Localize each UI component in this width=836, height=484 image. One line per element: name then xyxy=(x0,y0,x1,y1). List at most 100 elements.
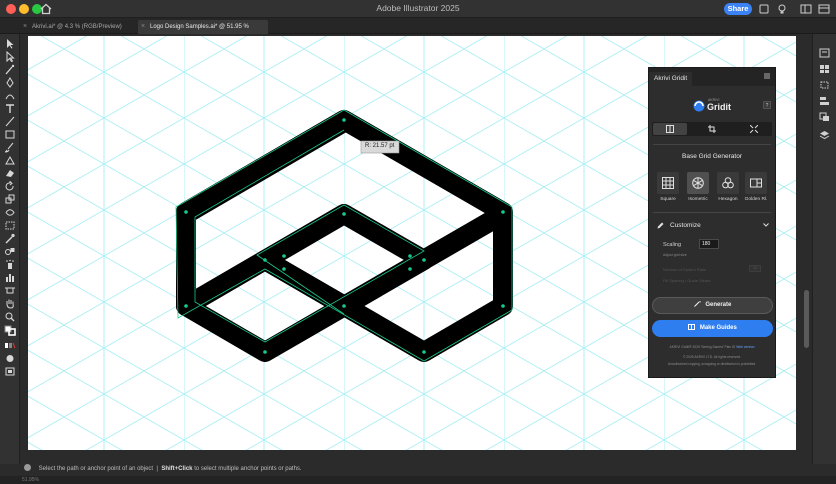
section-title: Base Grid Generator xyxy=(682,153,742,160)
symbol-sprayer-tool-icon[interactable] xyxy=(4,259,16,270)
golden-ratio-count-label: Number of Golden Ratio xyxy=(663,267,707,272)
selection-tool-icon[interactable] xyxy=(4,38,16,49)
chevron-down-icon xyxy=(763,223,769,227)
transform-panel-icon[interactable] xyxy=(819,80,830,90)
free-transform-tool-icon[interactable] xyxy=(4,220,16,231)
panel-header: Akrivi Gridit xyxy=(649,68,775,86)
customize-section-toggle[interactable]: Customize xyxy=(657,221,769,231)
panel-menu-icon[interactable] xyxy=(763,72,771,80)
artboard-tool-icon[interactable] xyxy=(4,285,16,296)
tools-panel xyxy=(0,34,20,464)
footer-legal: Unauthorized copying, scrapping or distr… xyxy=(667,362,757,366)
status-bar: Select the path or anchor point of an ob… xyxy=(20,463,812,476)
vertical-scrollbar[interactable] xyxy=(803,36,810,450)
arrange-documents-icon[interactable] xyxy=(818,3,830,15)
crop-icon xyxy=(708,125,716,133)
web-version-link[interactable]: Web version xyxy=(736,345,754,349)
draw-mode-icon[interactable] xyxy=(4,353,16,364)
nav-grid-generator-button[interactable] xyxy=(653,123,687,135)
zoom-level-strip: 51.95% xyxy=(0,476,836,484)
layers-panel-icon[interactable] xyxy=(819,130,830,140)
customize-label: Customize xyxy=(670,222,701,229)
column-graph-tool-icon[interactable] xyxy=(4,272,16,283)
scale-tool-icon[interactable] xyxy=(4,194,16,205)
fill-stroke-swatch-icon[interactable] xyxy=(4,325,16,336)
grid-option-isometric[interactable] xyxy=(687,172,709,194)
scaling-input[interactable]: 180 xyxy=(699,239,719,249)
grid-option-label: Hexagon xyxy=(718,197,738,202)
workspace-switcher-icon[interactable] xyxy=(800,3,812,15)
status-text-2: to select multiple anchor points or path… xyxy=(194,466,302,472)
zoom-tool-icon[interactable] xyxy=(4,311,16,322)
grid-option-golden-ratio[interactable] xyxy=(745,172,767,194)
status-info-icon xyxy=(24,464,31,471)
hexagon-icon xyxy=(722,177,734,189)
grid-option-hexagon[interactable] xyxy=(717,172,739,194)
curvature-tool-icon[interactable] xyxy=(4,90,16,101)
direct-selection-tool-icon[interactable] xyxy=(4,51,16,62)
footer-plan-info: AKRIVI Gridit® 2025 'Seeing Sacred' Plan… xyxy=(669,345,755,349)
magic-wand-tool-icon[interactable] xyxy=(4,64,16,75)
rectangle-tool-icon[interactable] xyxy=(4,129,16,140)
document-tab-logo-design-samples[interactable]: × Logo Design Samples.ai* @ 51.95 % (RGB… xyxy=(138,20,268,44)
properties-panel-icon[interactable] xyxy=(819,48,830,58)
generate-button[interactable]: Generate xyxy=(652,297,773,314)
panel-dock xyxy=(812,34,836,464)
fill-spacing-label: Fill Spacing • Guide Stroke xyxy=(663,278,711,283)
logo-text: Gridit xyxy=(707,102,731,112)
magic-wand-icon xyxy=(693,301,701,307)
zoom-level[interactable]: 51.95% xyxy=(22,477,39,483)
cloud-docs-icon[interactable] xyxy=(758,3,770,15)
width-tool-icon[interactable] xyxy=(4,207,16,218)
transform-arrows-icon xyxy=(750,125,758,133)
pencil-icon xyxy=(657,222,664,229)
guides-icon xyxy=(688,324,696,330)
divider xyxy=(653,144,771,145)
grid-generator-icon xyxy=(666,125,674,133)
pen-tool-icon[interactable] xyxy=(4,77,16,88)
app-title: Adobe Illustrator 2025 xyxy=(376,3,460,13)
akrivi-gridit-panel: Akrivi Gridit AKRIVI Gridit ? Base Grid … xyxy=(648,67,776,378)
grid-option-square[interactable] xyxy=(657,172,679,194)
hand-tool-icon[interactable] xyxy=(4,298,16,309)
status-text: Select the path or anchor point of an ob… xyxy=(38,466,154,472)
align-panel-icon[interactable] xyxy=(819,96,830,106)
divider xyxy=(653,212,771,213)
rotate-tool-icon[interactable] xyxy=(4,181,16,192)
nav-transform-button[interactable] xyxy=(737,123,771,135)
paintbrush-tool-icon[interactable] xyxy=(4,142,16,153)
shaper-tool-icon[interactable] xyxy=(4,155,16,166)
type-tool-icon[interactable] xyxy=(4,103,16,114)
document-tab-akrivi[interactable]: × Akrivi.ai* @ 4.3 % (RGB/Preview) xyxy=(20,20,138,34)
close-tab-icon[interactable]: × xyxy=(23,20,27,34)
isometric-icon xyxy=(692,177,704,189)
line-segment-tool-icon[interactable] xyxy=(4,116,16,127)
pathfinder-panel-icon[interactable] xyxy=(819,112,830,122)
measure-tooltip: R: 21.57 pt xyxy=(365,143,395,149)
gridit-logo: AKRIVI Gridit xyxy=(693,97,743,119)
eraser-tool-icon[interactable] xyxy=(4,168,16,179)
title-bar: Adobe Illustrator 2025 Share xyxy=(0,0,836,18)
blend-tool-icon[interactable] xyxy=(4,246,16,257)
make-guides-button[interactable]: Make Guides xyxy=(652,320,773,337)
scrollbar-thumb[interactable] xyxy=(804,290,809,348)
nav-crop-button[interactable] xyxy=(695,123,729,135)
color-mode-icon[interactable] xyxy=(4,340,16,351)
eyedropper-tool-icon[interactable] xyxy=(4,233,16,244)
panel-tab-akrivi-gridit[interactable]: Akrivi Gridit xyxy=(649,72,693,86)
grid-option-label: Square xyxy=(660,197,676,202)
share-button[interactable]: Share xyxy=(724,3,752,15)
close-tab-icon[interactable]: × xyxy=(141,20,145,34)
square-grid-icon xyxy=(662,177,674,189)
panel-nav-bar xyxy=(652,122,772,136)
status-shortcut: Shift+Click xyxy=(161,466,193,472)
scaling-label: Scaling xyxy=(663,242,682,248)
scaling-hint: Adjust grid size xyxy=(663,253,687,257)
screen-mode-icon[interactable] xyxy=(4,366,16,377)
libraries-panel-icon[interactable] xyxy=(819,64,830,74)
document-tab-bar: × Akrivi.ai* @ 4.3 % (RGB/Preview) × Log… xyxy=(0,18,836,44)
golden-ratio-count-input[interactable]: 10 xyxy=(749,265,761,272)
lightbulb-icon[interactable] xyxy=(776,3,788,15)
golden-ratio-icon xyxy=(750,178,762,188)
help-button[interactable]: ? xyxy=(763,101,771,109)
